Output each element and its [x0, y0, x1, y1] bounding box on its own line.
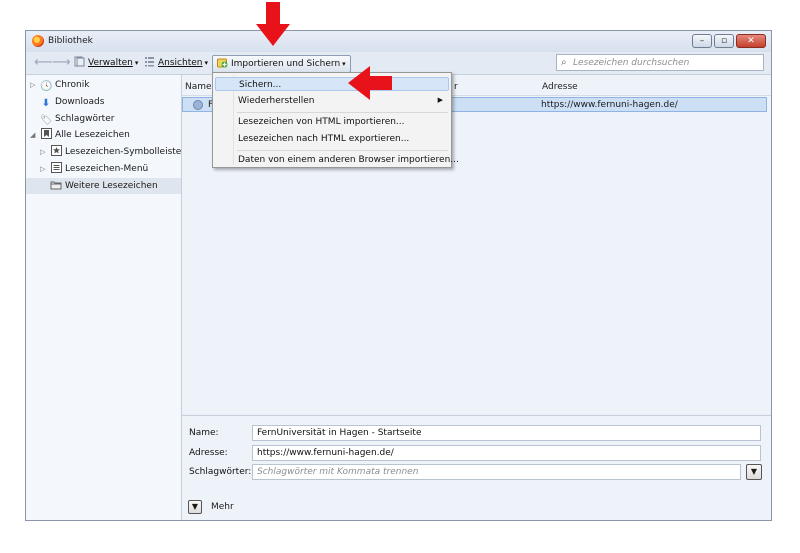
- menu-item-wiederherstellen[interactable]: Wiederherstellen: [238, 94, 314, 108]
- views-icon: [144, 56, 155, 67]
- sidebar-item-lesezeichen-symbolleiste[interactable]: ▷ Lesezeichen-Symbolleiste: [40, 144, 181, 160]
- row-adresse: https://www.fernuni-hagen.de/: [541, 100, 678, 110]
- back-button[interactable]: ⟵: [34, 56, 53, 69]
- adresse-field[interactable]: https://www.fernuni-hagen.de/: [252, 445, 761, 461]
- sidebar-item-label: Weitere Lesezeichen: [65, 181, 158, 191]
- name-label: Name:: [189, 428, 219, 438]
- minimize-icon: –: [699, 36, 705, 46]
- title-bar: Bibliothek – ▫ ✕: [26, 31, 771, 52]
- clock-icon: 🕓: [40, 81, 53, 92]
- close-icon: ✕: [747, 36, 755, 46]
- column-header-name[interactable]: Name: [185, 79, 212, 95]
- search-placeholder: Lesezeichen durchsuchen: [573, 58, 690, 68]
- importieren-sichern-button[interactable]: Importieren und Sichern ▾: [212, 55, 351, 73]
- chevron-down-icon: ▾: [204, 59, 208, 67]
- schlagwoerter-field[interactable]: Schlagwörter mit Kommata trennen: [252, 464, 741, 480]
- sidebar-item-schlagwoerter[interactable]: 🏷 Schlagwörter: [40, 111, 114, 127]
- download-arrow-icon: ⬇: [41, 98, 51, 109]
- minimize-button[interactable]: –: [692, 34, 712, 48]
- tree-expander-icon[interactable]: ▷: [30, 77, 40, 93]
- chevron-down-icon: ▼: [750, 467, 758, 476]
- chevron-down-icon: ▾: [134, 59, 139, 67]
- tag-icon: 🏷: [40, 115, 53, 126]
- maximize-icon: ▫: [720, 36, 728, 46]
- folder-icon: [50, 179, 62, 190]
- sidebar-item-downloads[interactable]: ⬇ Downloads: [40, 94, 105, 110]
- import-backup-icon: [217, 57, 228, 68]
- window-title: Bibliothek: [48, 36, 93, 46]
- favicon-icon: [193, 100, 203, 110]
- adresse-label: Adresse:: [189, 448, 228, 458]
- annotation-arrow-left-icon: [348, 66, 392, 100]
- column-header-adresse[interactable]: Adresse: [542, 79, 578, 95]
- details-pane: Name: FernUniversität in Hagen - Startse…: [182, 415, 771, 520]
- chevron-down-icon: ▼: [191, 502, 199, 511]
- annotation-arrow-down-icon: [256, 2, 290, 46]
- ansichten-button[interactable]: Ansichten ▾: [144, 55, 208, 71]
- tags-dropdown-button[interactable]: ▼: [746, 464, 762, 480]
- submenu-arrow-icon: ▶: [437, 96, 443, 104]
- menu-separator: [237, 112, 448, 113]
- tree-expander-icon[interactable]: ▷: [40, 144, 50, 160]
- sidebar-item-label: Lesezeichen-Menü: [65, 164, 149, 174]
- column-header-partial[interactable]: r: [454, 79, 458, 95]
- sidebar-item-label: Chronik: [55, 80, 90, 90]
- maximize-button[interactable]: ▫: [714, 34, 734, 48]
- close-button[interactable]: ✕: [736, 34, 766, 48]
- sidebar-item-alle-lesezeichen[interactable]: ◢ Alle Lesezeichen: [30, 127, 130, 143]
- chevron-down-icon: ▾: [342, 60, 346, 68]
- menu-item-html-exportieren[interactable]: Lesezeichen nach HTML exportieren...: [238, 132, 409, 146]
- import-backup-menu: Sichern... Wiederherstellen ▶ Lesezeiche…: [212, 72, 459, 168]
- firefox-icon: [32, 35, 44, 47]
- ansichten-label: Ansichten: [158, 58, 203, 68]
- verwalten-label: Verwalten: [88, 58, 133, 68]
- library-sidebar: ▷ 🕓 Chronik ⬇ Downloads 🏷 Schlagwörter ◢ All…: [26, 75, 182, 520]
- menu-item-browser-importieren[interactable]: Daten von einem anderen Browser importie…: [238, 153, 459, 167]
- verwalten-button[interactable]: Verwalten ▾: [74, 55, 138, 71]
- organize-icon: [74, 56, 85, 67]
- bookmark-search-input[interactable]: ⌕ Lesezeichen durchsuchen: [556, 54, 764, 71]
- mehr-label: Mehr: [211, 502, 234, 512]
- sidebar-item-chronik[interactable]: ▷ 🕓 Chronik: [30, 77, 89, 93]
- window-controls: – ▫ ✕: [692, 34, 766, 48]
- sidebar-item-weitere-lesezeichen[interactable]: Weitere Lesezeichen: [26, 178, 181, 194]
- forward-button[interactable]: ⟶: [52, 56, 71, 69]
- bookmarks-folder-icon: [40, 128, 52, 139]
- menu-item-sichern[interactable]: Sichern...: [215, 77, 449, 91]
- menu-item-html-importieren[interactable]: Lesezeichen von HTML importieren...: [238, 115, 405, 129]
- sidebar-item-label: Schlagwörter: [55, 114, 115, 124]
- toolbar-folder-icon: [50, 145, 62, 156]
- sidebar-item-label: Alle Lesezeichen: [55, 130, 130, 140]
- mehr-expand-button[interactable]: ▼: [188, 500, 202, 514]
- name-field[interactable]: FernUniversität in Hagen - Startseite: [252, 425, 761, 441]
- search-icon: ⌕: [561, 57, 567, 68]
- menu-separator: [237, 150, 448, 151]
- sidebar-item-label: Downloads: [55, 97, 105, 107]
- tree-expander-icon[interactable]: ◢: [30, 127, 40, 143]
- schlagwoerter-label: Schlagwörter:: [189, 467, 252, 477]
- sidebar-item-lesezeichen-menue[interactable]: ▷ Lesezeichen-Menü: [40, 161, 148, 177]
- tree-expander-icon[interactable]: ▷: [40, 161, 50, 177]
- sidebar-item-label: Lesezeichen-Symbolleiste: [65, 147, 182, 157]
- importieren-label: Importieren und Sichern: [231, 59, 341, 69]
- menu-folder-icon: [50, 162, 62, 173]
